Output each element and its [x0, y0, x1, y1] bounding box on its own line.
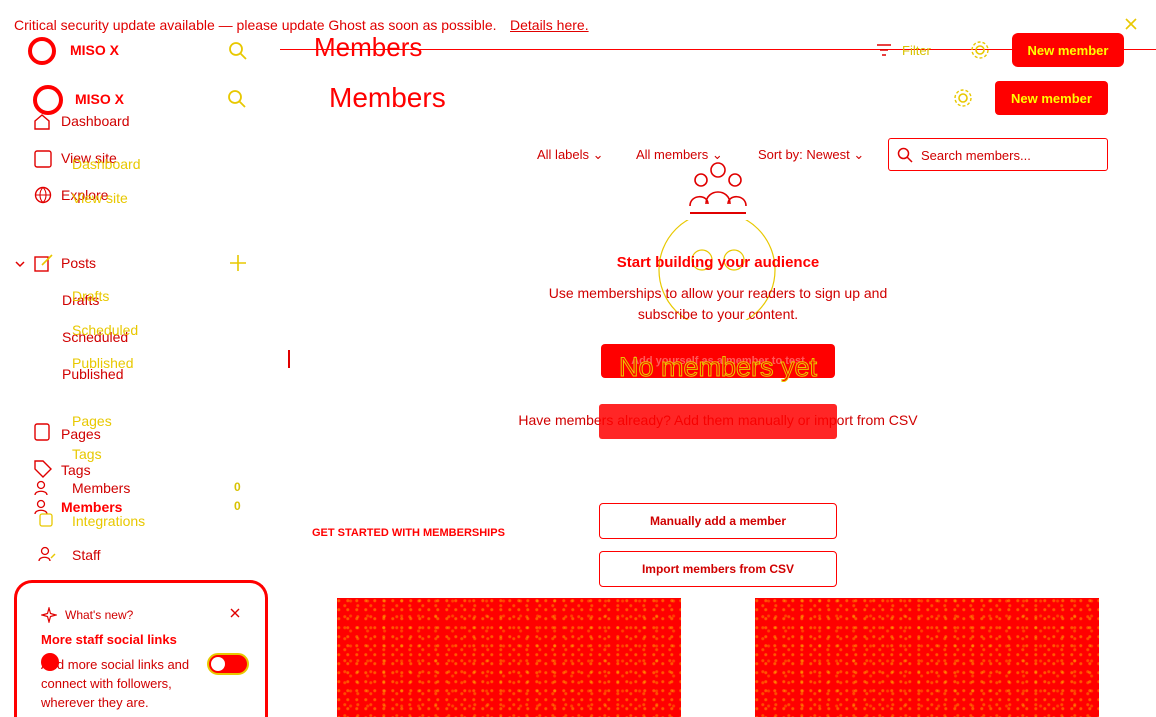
sidebar-item-dashboard-ghost: Dashboard — [72, 156, 141, 172]
new-member-button-ghost[interactable]: New member — [1012, 33, 1124, 67]
posts-icon — [34, 254, 54, 272]
members-count: 0 — [234, 499, 241, 513]
sidebar-item-tags-ghost: Tags — [72, 446, 102, 462]
sidebar-item-view-site-ghost: View site — [72, 190, 128, 206]
tag-icon — [34, 460, 52, 478]
cursor-bar — [288, 350, 290, 368]
search-input[interactable]: Search members... — [888, 138, 1108, 171]
home-icon — [33, 114, 51, 130]
ghost-header: MISO X Members Filter New member — [0, 30, 1156, 70]
new-member-button[interactable]: New member — [995, 81, 1108, 115]
chevron-down-icon[interactable] — [14, 258, 26, 270]
filter-labels-text: All labels — [537, 147, 590, 162]
sidebar-item-pages[interactable]: Pages — [61, 426, 101, 442]
membership-image-left — [337, 598, 681, 717]
get-started-heading: GET STARTED WITH MEMBERSHIPS — [312, 527, 505, 539]
site-logo-icon — [27, 36, 57, 66]
filter-icon[interactable] — [876, 42, 892, 58]
search-icon[interactable] — [228, 41, 248, 61]
manually-add-member-button[interactable]: Manually add a member — [599, 503, 837, 539]
page-title: Members — [329, 82, 446, 113]
site-name-ghost: MISO X — [70, 42, 120, 58]
sidebar-item-integrations[interactable]: Integrations — [72, 513, 145, 529]
sidebar-item-staff[interactable]: Staff — [72, 547, 101, 563]
members-count-ghost: 0 — [234, 480, 241, 494]
sidebar-item-published-ghost: Published — [72, 355, 134, 371]
page-title-ghost: Members — [314, 32, 423, 62]
add-post-icon[interactable] — [229, 254, 247, 272]
members-icon — [34, 480, 54, 496]
whats-new-body: Add more social links and connect with f… — [41, 657, 190, 710]
close-icon[interactable] — [229, 607, 241, 619]
integrations-icon — [38, 512, 54, 528]
empty-state-body: Use memberships to allow your readers to… — [548, 285, 888, 322]
site-name: MISO X — [75, 91, 125, 107]
sort-text: Sort by: Newest — [758, 147, 850, 162]
search-icon — [897, 147, 913, 163]
sidebar-nav: Dashboard View site Dashboard Explore Vi… — [0, 110, 280, 580]
whats-new-label: What's new? — [65, 608, 134, 622]
filter-label[interactable]: Filter — [902, 43, 931, 58]
sidebar-item-posts[interactable]: Posts — [61, 255, 96, 271]
no-members-heading: No members yet — [618, 352, 818, 383]
sparkle-icon — [41, 607, 57, 623]
gear-icon[interactable] — [953, 88, 973, 108]
sidebar-item-tags[interactable]: Tags — [61, 462, 91, 478]
sidebar-item-members-ghost: Members — [72, 480, 131, 496]
empty-state-title: Start building your audience — [616, 254, 820, 271]
theme-toggle[interactable] — [207, 653, 249, 675]
toggle-knob — [211, 657, 225, 671]
import-csv-button[interactable]: Import members from CSV — [599, 551, 837, 587]
globe-icon — [34, 186, 52, 204]
sidebar-item-drafts-ghost: Drafts — [72, 288, 110, 304]
search-icon[interactable] — [227, 89, 247, 109]
sort-dropdown[interactable]: Sort by: Newest ⌄ — [758, 147, 864, 163]
sidebar-item-scheduled-ghost: Scheduled — [72, 322, 139, 338]
pages-icon — [34, 423, 50, 441]
have-members-highlight — [599, 404, 837, 439]
staff-icon — [38, 546, 56, 562]
sidebar-item-dashboard[interactable]: Dashboard — [61, 113, 130, 129]
whats-new-card: What's new? More staff social links Add … — [14, 580, 268, 717]
gear-icon[interactable] — [970, 40, 990, 60]
whats-new-title[interactable]: More staff social links — [41, 632, 177, 647]
membership-image-right — [755, 598, 1099, 717]
filter-labels[interactable]: All labels ⌄ — [537, 147, 604, 163]
view-site-icon — [34, 150, 52, 168]
audience-icon — [686, 158, 750, 220]
search-placeholder: Search members... — [921, 148, 1031, 163]
avatar — [41, 653, 59, 671]
